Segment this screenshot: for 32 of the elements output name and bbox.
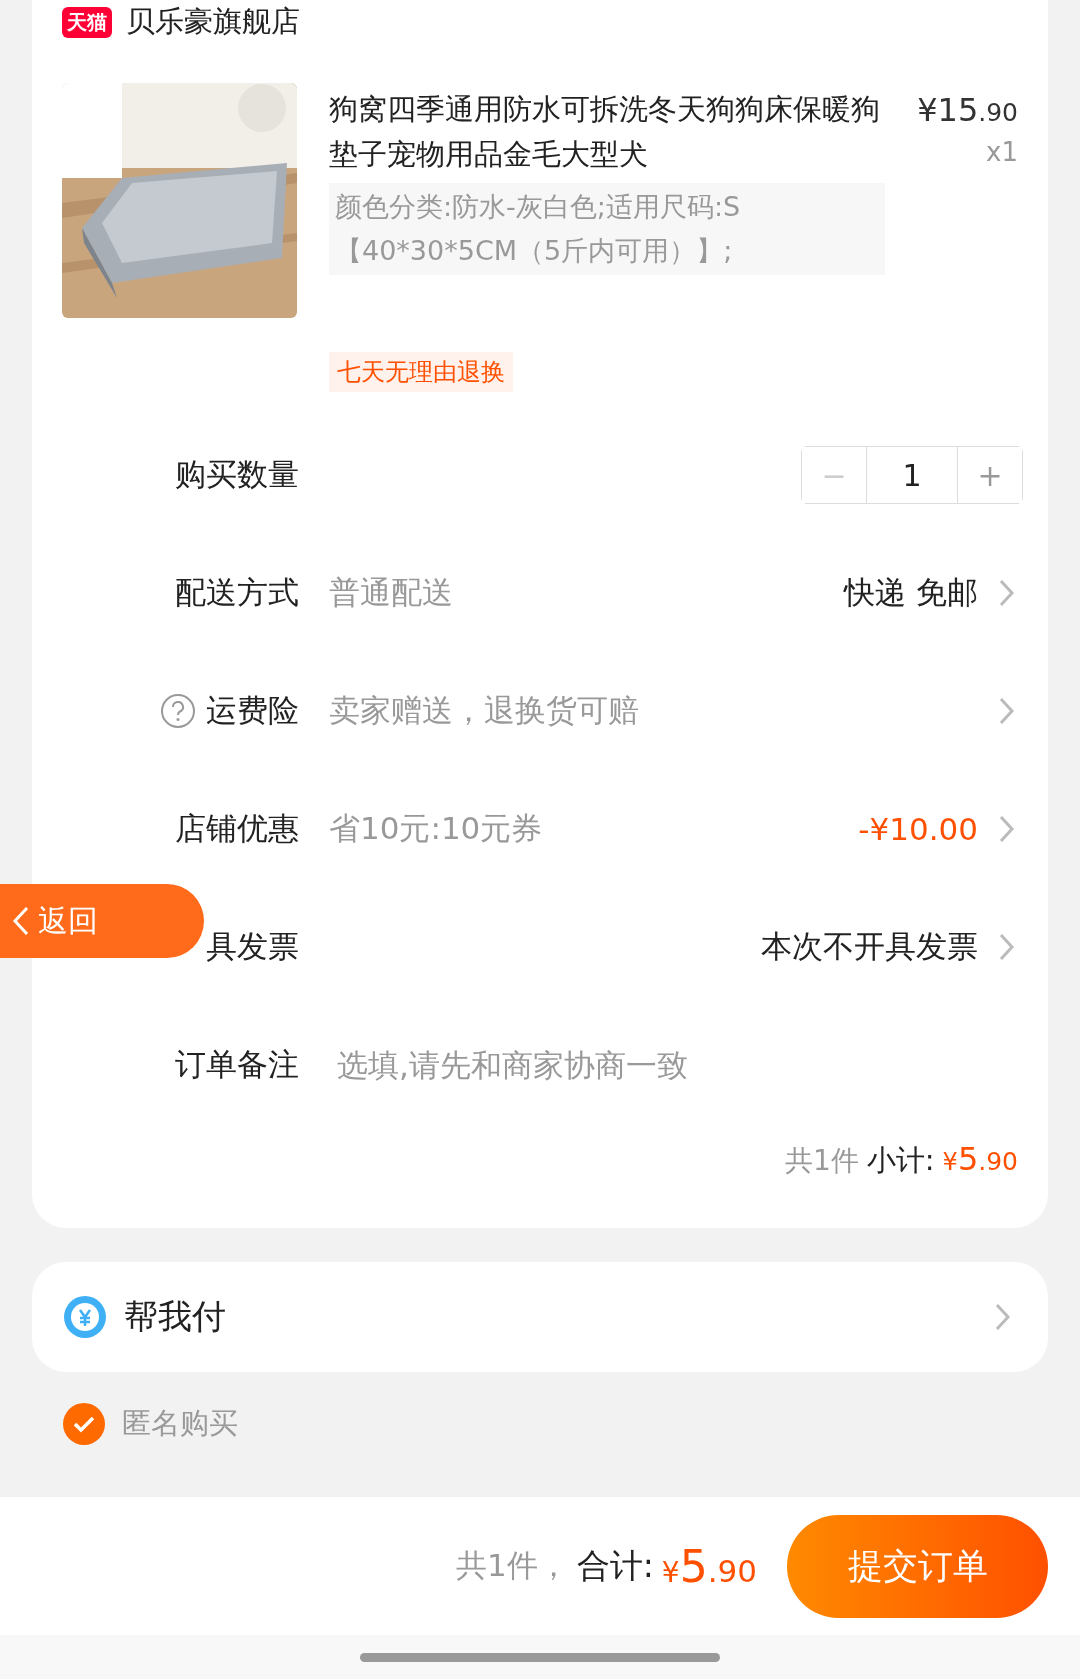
product-price: ¥15.90	[917, 91, 1018, 129]
row-option[interactable]: 快递 免邮	[844, 572, 978, 614]
row-value: 卖家赠送，退换货可赔	[329, 691, 639, 730]
total-label: 合计:	[576, 1544, 654, 1587]
total-count: 共1件，	[456, 1546, 569, 1585]
subtotal-label: 小计:	[866, 1142, 935, 1179]
subtotal-amount: ¥5.90	[942, 1140, 1018, 1178]
chevron-left-icon	[12, 905, 30, 937]
product-title[interactable]: 狗窝四季通用防水可拆洗冬天狗狗床保暖狗垫子宠物用品金毛大型犬	[329, 87, 885, 177]
row-option[interactable]: 本次不开具发票	[761, 926, 978, 968]
row-label: 订单备注	[175, 1045, 299, 1084]
row-label: 店铺优惠	[175, 809, 299, 848]
row-label: 运费险	[206, 691, 299, 730]
pay-for-me-label: 帮我付	[124, 1295, 227, 1338]
return-policy-tag: 七天无理由退换	[329, 352, 513, 392]
row-label: 配送方式	[175, 573, 299, 612]
row-label: 购买数量	[175, 455, 299, 494]
store-name[interactable]: 贝乐豪旗舰店	[126, 2, 300, 42]
anonymous-label: 匿名购买	[122, 1405, 238, 1442]
row-value: 普通配送	[329, 573, 453, 612]
total-amount: ¥5.90	[661, 1540, 757, 1592]
yuan-coin-icon	[62, 1294, 108, 1340]
row-value: 省10元:10元券	[329, 809, 543, 848]
pay-for-me-row[interactable]: 帮我付	[32, 1262, 1048, 1372]
product-spec: 颜色分类:防水-灰白色;适用尺码:S【40*30*5CM（5斤内可用）】;	[329, 183, 885, 275]
anonymous-checkbox[interactable]	[62, 1402, 106, 1446]
help-icon[interactable]	[160, 693, 196, 729]
store-badge: 天猫	[62, 6, 112, 38]
home-indicator[interactable]	[360, 1652, 720, 1662]
row-label: 具发票	[206, 927, 299, 966]
product-quantity: x1	[986, 137, 1018, 167]
item-count: 共1件	[785, 1143, 859, 1179]
